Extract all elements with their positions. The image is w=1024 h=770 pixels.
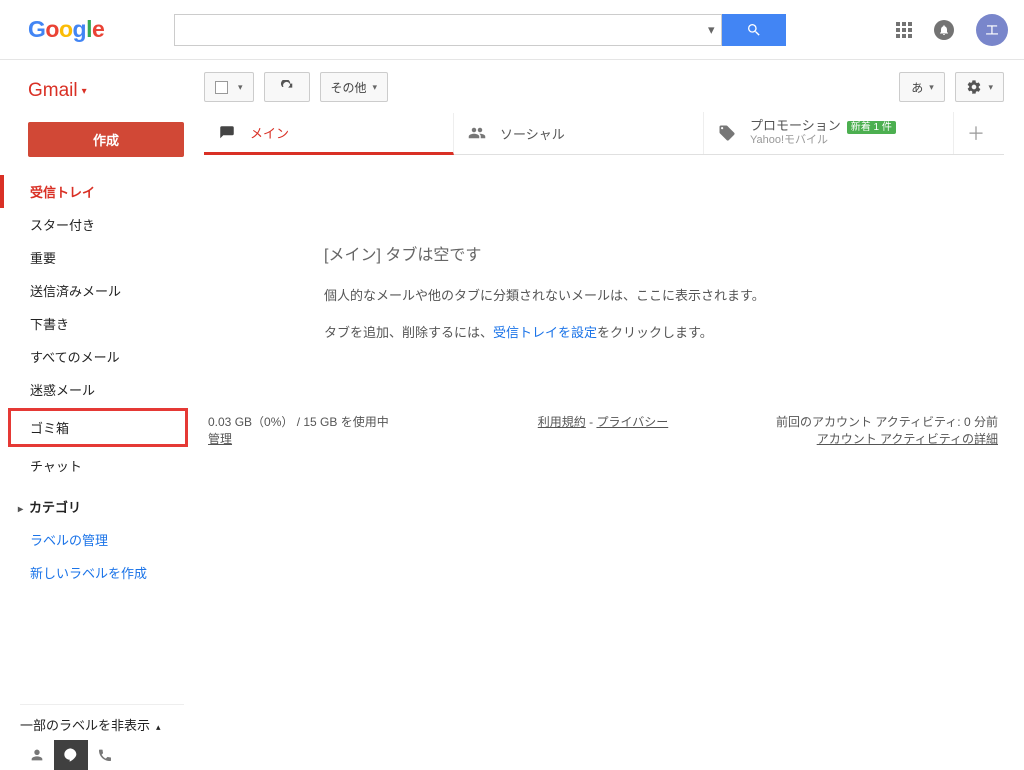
tab-social-label: ソーシャル [500, 124, 565, 143]
tab-primary[interactable]: メイン [204, 113, 454, 155]
empty-state: [メイン] タブは空です 個人的なメールや他のタブに分類されないメールは、ここに… [204, 155, 1004, 341]
privacy-link[interactable]: プライバシー [596, 415, 668, 429]
gear-icon [966, 79, 982, 95]
inbox-icon [218, 124, 236, 142]
sidebar-item-spam[interactable]: 迷惑メール [0, 373, 196, 406]
input-tools-button[interactable]: あ▾ [899, 72, 945, 102]
hangouts-icon[interactable] [54, 740, 88, 770]
search-wrap: ▾ [174, 14, 786, 46]
apps-icon[interactable] [896, 22, 912, 38]
sidebar-item-chat[interactable]: チャット [0, 449, 196, 482]
top-bar: Google ▾ エ [0, 0, 1024, 60]
contacts-icon[interactable] [20, 740, 54, 770]
empty-line1: 個人的なメールや他のタブに分類されないメールは、ここに表示されます。 [324, 285, 1004, 304]
search-box: ▾ [174, 14, 722, 46]
people-icon [468, 124, 486, 142]
tab-promotions[interactable]: プロモーション新着 1 件 Yahoo!モバイル [704, 112, 954, 154]
gmail-dropdown[interactable]: Gmail▾ [0, 80, 196, 102]
refresh-icon [280, 80, 294, 94]
footer-legal: 利用規約 - プライバシー [471, 413, 734, 447]
sidebar-item-trash[interactable]: ゴミ箱 [8, 408, 188, 447]
empty-title: [メイン] タブは空です [324, 241, 1004, 265]
footer: 0.03 GB（0%） / 15 GB を使用中 管理 利用規約 - プライバシ… [204, 403, 1004, 447]
sidebar-item-drafts[interactable]: 下書き [0, 307, 196, 340]
more-button[interactable]: その他▾ [320, 72, 389, 102]
phone-icon[interactable] [88, 740, 122, 770]
sidebar-item-sent[interactable]: 送信済みメール [0, 274, 196, 307]
top-right: エ [896, 14, 1008, 46]
notifications-icon[interactable] [934, 20, 954, 40]
main-content: ▾ その他▾ あ▾ ▾ メイン ソーシャル プロモーション新着 1 件 Yaho… [196, 60, 1024, 770]
search-button[interactable] [722, 14, 786, 46]
empty-line2: タブを追加、削除するには、受信トレイを設定をクリックします。 [324, 322, 1004, 341]
compose-button[interactable]: 作成 [28, 122, 184, 157]
sidebar-manage-labels[interactable]: ラベルの管理 [0, 523, 196, 556]
sidebar-footer-icons [20, 740, 122, 770]
sidebar-categories[interactable]: カテゴリ [0, 490, 196, 523]
google-logo[interactable]: Google [28, 16, 104, 43]
footer-activity: 前回のアカウント アクティビティ: 0 分前 アカウント アクティビティの詳細 [735, 413, 998, 447]
checkbox-icon [215, 81, 228, 94]
refresh-button[interactable] [264, 72, 310, 102]
toolbar: ▾ その他▾ あ▾ ▾ [204, 72, 1004, 102]
tag-icon [718, 124, 736, 142]
sidebar-item-important[interactable]: 重要 [0, 241, 196, 274]
search-icon [746, 22, 762, 38]
tab-promo-text: プロモーション新着 1 件 Yahoo!モバイル [750, 118, 896, 147]
tab-add[interactable]: ＋ [954, 112, 998, 154]
sidebar-item-allmail[interactable]: すべてのメール [0, 340, 196, 373]
sidebar-item-starred[interactable]: スター付き [0, 208, 196, 241]
inbox-settings-link[interactable]: 受信トレイを設定 [493, 325, 597, 340]
sidebar: Gmail▾ 作成 受信トレイ スター付き 重要 送信済みメール 下書き すべて… [0, 60, 196, 770]
footer-storage: 0.03 GB（0%） / 15 GB を使用中 管理 [208, 413, 471, 447]
search-options-dropdown[interactable]: ▾ [701, 22, 721, 38]
select-all-button[interactable]: ▾ [204, 72, 254, 102]
sidebar-new-label[interactable]: 新しいラベルを作成 [0, 556, 196, 589]
category-tabs: メイン ソーシャル プロモーション新着 1 件 Yahoo!モバイル ＋ [204, 112, 1004, 155]
tab-primary-label: メイン [250, 123, 289, 142]
new-badge: 新着 1 件 [847, 121, 896, 134]
search-input[interactable] [175, 15, 701, 45]
account-avatar[interactable]: エ [976, 14, 1008, 46]
settings-button[interactable]: ▾ [955, 72, 1004, 102]
activity-details-link[interactable]: アカウント アクティビティの詳細 [817, 432, 998, 446]
sidebar-toggle-labels[interactable]: 一部のラベルを非表示 [20, 704, 184, 734]
sidebar-item-inbox[interactable]: 受信トレイ [0, 175, 196, 208]
tab-social[interactable]: ソーシャル [454, 112, 704, 154]
storage-manage-link[interactable]: 管理 [208, 432, 232, 446]
terms-link[interactable]: 利用規約 [538, 415, 586, 429]
